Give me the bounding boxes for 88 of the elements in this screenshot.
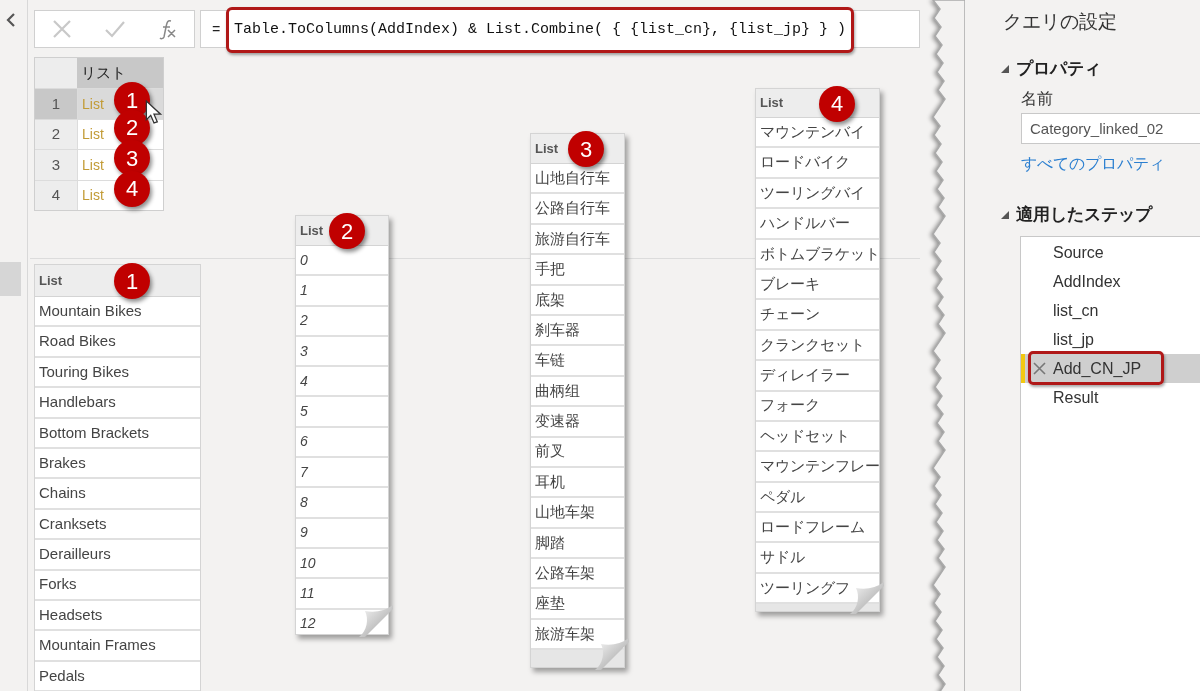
step-label: list_jp: [1053, 329, 1094, 350]
table-cell: 前叉: [531, 437, 624, 468]
table-cell: 4: [296, 367, 388, 398]
table-cell: 11: [296, 579, 388, 610]
step-item[interactable]: list_jp: [1021, 325, 1200, 354]
table-cell: Bottom Brackets: [35, 418, 200, 449]
table-cell: 车链: [531, 346, 624, 377]
table-cell: Handlebars: [35, 388, 200, 419]
table-cell: Touring Bikes: [35, 357, 200, 389]
step-label: Source: [1053, 242, 1104, 263]
table-cell: 3: [296, 336, 388, 368]
step-label: Result: [1053, 387, 1099, 408]
table-cell: 0: [296, 246, 388, 277]
name-field[interactable]: Category_linked_02: [1021, 113, 1200, 144]
table-cell: Headsets: [35, 600, 200, 632]
table-cell: 9: [296, 518, 388, 549]
step-label: AddIndex: [1053, 271, 1121, 292]
row-number[interactable]: 1: [35, 89, 77, 119]
table-cell: ヘッドセット: [756, 421, 879, 453]
formula-field[interactable]: Table.ToColumns(AddIndex) & List.Combine( { {list_cn}, {list_jp} } ): [226, 7, 855, 53]
step-item[interactable]: Result: [1021, 383, 1200, 412]
table-cell: 耳机: [531, 467, 624, 499]
function-icon[interactable]: [156, 18, 179, 40]
table-cell: 山地自行车: [531, 164, 624, 195]
table-cell: ディレイラー: [756, 361, 879, 392]
table-cell: 10: [296, 548, 388, 580]
table-cell: 1: [296, 276, 388, 307]
table-cell: マウンテンフレー: [756, 452, 879, 483]
table-cell: Mountain Frames: [35, 631, 200, 662]
table-cell: マウンテンバイ: [756, 118, 879, 149]
table-cell: クランクセット: [756, 330, 879, 362]
triangle-icon[interactable]: [1000, 209, 1010, 220]
table-cell: 2: [296, 306, 388, 337]
table-cell: 变速器: [531, 407, 624, 438]
table-cell: 公路自行车: [531, 194, 624, 225]
column-header[interactable]: List: [535, 138, 559, 159]
table-cell: Road Bikes: [35, 327, 200, 358]
table-cell: Brakes: [35, 448, 200, 480]
step-label: Add_CN_JP: [1053, 358, 1142, 379]
chevron-left-icon[interactable]: [4, 12, 18, 28]
table-cell: ツーリングバイ: [756, 178, 879, 210]
field-label: 名前: [1021, 89, 1053, 109]
equals-sign: =: [212, 21, 221, 40]
triangle-icon[interactable]: [1000, 63, 1010, 74]
table-cell: 刹车器: [531, 315, 624, 347]
table-cell: Derailleurs: [35, 540, 200, 571]
section-heading[interactable]: プロパティ: [1016, 56, 1101, 82]
table-cell: 座垫: [531, 589, 624, 620]
table-cell: 6: [296, 427, 388, 459]
column-header[interactable]: List: [300, 220, 324, 241]
table-cell: ロードフレーム: [756, 513, 879, 544]
table-cell: チェーン: [756, 300, 879, 331]
page-curl: [595, 638, 629, 672]
table-cell: Pedals: [35, 661, 200, 691]
table-cell: 5: [296, 397, 388, 428]
table-cell: Chains: [35, 479, 200, 510]
table-cell: 底架: [531, 285, 624, 316]
table-cell: 旅游自行车: [531, 224, 624, 256]
page-curl: [359, 605, 393, 639]
table-cell: 7: [296, 458, 388, 489]
step-item[interactable]: Add_CN_JP: [1021, 354, 1200, 383]
table-cell: 脚踏: [531, 528, 624, 560]
table-cell: ロードバイク: [756, 148, 879, 179]
step-item[interactable]: Source: [1021, 238, 1200, 267]
step-item[interactable]: list_cn: [1021, 296, 1200, 325]
table-cell: 山地车架: [531, 498, 624, 529]
table-cell: Forks: [35, 570, 200, 601]
table-cell: ボトムブラケット: [756, 239, 879, 270]
table-cell: サドル: [756, 543, 879, 574]
table-cell: ペダル: [756, 482, 879, 514]
table-cell: 公路车架: [531, 559, 624, 590]
step-label: list_cn: [1053, 300, 1099, 321]
all-properties-link[interactable]: すべてのプロパティ: [1021, 152, 1165, 176]
page-curl: [850, 582, 884, 616]
step-item[interactable]: AddIndex: [1021, 267, 1200, 296]
table-cell: 8: [296, 488, 388, 519]
table-cell: ブレーキ: [756, 269, 879, 301]
table-cell: ハンドルバー: [756, 209, 879, 240]
delete-icon[interactable]: [1033, 362, 1046, 375]
table-cell: 手把: [531, 255, 624, 286]
section-heading[interactable]: 適用したステップ: [1016, 202, 1152, 228]
panel-title: クエリの設定: [1003, 10, 1117, 34]
column-header[interactable]: List: [760, 93, 784, 113]
column-header[interactable]: List: [39, 270, 63, 291]
table-cell: Mountain Bikes: [35, 297, 200, 328]
table-cell: 曲柄组: [531, 376, 624, 408]
table-cell: Cranksets: [35, 509, 200, 541]
table-cell: フォーク: [756, 391, 879, 422]
